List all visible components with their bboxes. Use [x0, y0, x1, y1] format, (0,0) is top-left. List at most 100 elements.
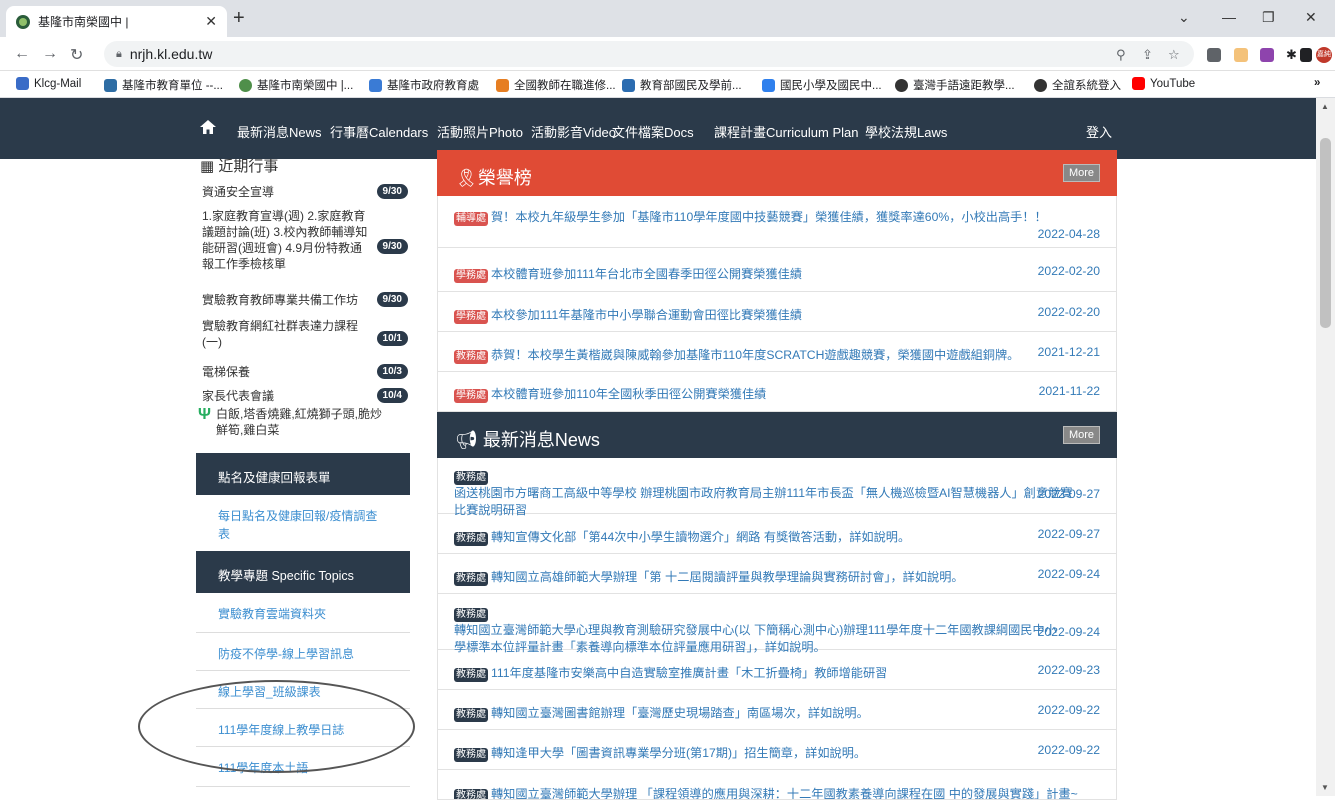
- bookmark-item[interactable]: 教育部國民及學前...: [622, 77, 742, 93]
- megaphone-icon: 📢︎: [455, 430, 478, 450]
- youtube-icon: [1132, 77, 1145, 90]
- nav-calendars[interactable]: 行事曆Calendars: [330, 122, 428, 141]
- nav-curriculum[interactable]: 課程計畫Curriculum Plan: [714, 122, 858, 141]
- bookmark-item[interactable]: 基隆市教育單位 --...: [104, 77, 223, 93]
- login-link[interactable]: 登入: [1086, 122, 1112, 141]
- browser-tab[interactable]: 基隆市南榮國中 | ✕: [6, 6, 227, 37]
- honor-header: 🎗︎榮譽榜 More: [437, 150, 1117, 196]
- dept-tag: 教務處: [454, 471, 488, 485]
- honor-item[interactable]: 學務處 本校體育班參加110年全國秋季田徑公開賽榮獲佳績 2021-11-22: [437, 372, 1117, 412]
- bookmark-item[interactable]: 臺灣手語遠距教學...: [895, 77, 1015, 93]
- honor-item[interactable]: 教務處 恭賀！本校學生黃楷崴與陳威翰參加基隆市110年度SCRATCH遊戲趣競賽，…: [437, 332, 1117, 372]
- nav-docs[interactable]: 文件檔案Docs: [612, 122, 694, 141]
- lunch-menu: Ψ 白飯,塔香燒雞,紅燒獅子頭,脆炒鮮筍,雞白菜: [198, 406, 383, 438]
- reload-icon[interactable]: ↻: [70, 45, 83, 65]
- honor-more-button[interactable]: More: [1062, 164, 1100, 182]
- bookmark-item[interactable]: 全國教師在職進修...: [496, 77, 616, 93]
- honor-item[interactable]: 學務處 本校體育班參加111年台北市全國春季田徑公開賽榮獲佳績 2022-02-20: [437, 248, 1117, 292]
- nav-laws[interactable]: 學校法規Laws: [865, 122, 947, 141]
- profile-avatar[interactable]: 嘉純: [1316, 47, 1332, 63]
- bookmark-item[interactable]: YouTube: [1132, 77, 1195, 90]
- honor-item[interactable]: 輔導處 賀！本校九年級學生參加「基隆市110學年度國中技藝競賽」榮獲佳績，獲獎率達…: [437, 196, 1117, 248]
- browser-toolbar: ← → ↻ 🔒︎ nrjh.kl.edu.tw ⚲ ⇪ ☆ ✱ 嘉純: [0, 37, 1335, 71]
- scroll-down-icon[interactable]: ▼: [1321, 783, 1329, 792]
- news-more-button[interactable]: More: [1062, 426, 1100, 444]
- news-item[interactable]: 教務處轉知國立臺灣師範大學心理與教育測驗研究發展中心(以 下簡稱心測中心)辦理1…: [437, 594, 1117, 654]
- back-icon[interactable]: ←: [14, 45, 30, 63]
- news-title: 最新消息News: [482, 430, 600, 450]
- annotation-ellipse: [138, 680, 415, 773]
- forward-icon[interactable]: →: [42, 45, 58, 63]
- health-report-link[interactable]: 每日點名及健康回報/疫情調查表: [196, 495, 410, 553]
- scrollbar-thumb[interactable]: [1320, 138, 1331, 328]
- dept-tag: 教務處: [454, 748, 488, 762]
- zoom-icon[interactable]: ⚲: [1116, 47, 1126, 63]
- bookmark-item[interactable]: 基隆市政府教育處: [369, 77, 479, 93]
- date-badge: 10/1: [376, 331, 408, 346]
- ministry-icon: [622, 78, 635, 92]
- date-badge: 9/30: [376, 292, 408, 307]
- address-bar[interactable]: 🔒︎ nrjh.kl.edu.tw: [104, 41, 1194, 67]
- bookmark-item[interactable]: 國民小學及國民中...: [762, 77, 882, 93]
- globe-icon: [1034, 78, 1047, 92]
- news-item[interactable]: 教務處 轉知國立臺灣圖書館辦理「臺灣歷史現場踏查」南區場次，詳如說明。 2022-0…: [437, 690, 1117, 730]
- dept-tag: 學務處: [454, 269, 488, 283]
- home-icon[interactable]: [200, 120, 216, 134]
- education-icon: [104, 78, 117, 92]
- calendar-event[interactable]: 家長代表會議 10/4: [202, 388, 410, 404]
- more-bookmarks-icon[interactable]: »: [1314, 77, 1320, 89]
- news-item[interactable]: 教務處 111年度基隆市安樂高中自造實驗室推廣計畫「木工折疊椅」教師增能研習 202…: [437, 650, 1117, 690]
- honor-title: 榮譽榜: [477, 168, 532, 188]
- mail-icon: [16, 77, 29, 90]
- nav-video[interactable]: 活動影音Video: [531, 122, 616, 141]
- dept-tag: 學務處: [454, 310, 488, 324]
- close-window-icon[interactable]: ✕: [1305, 9, 1317, 26]
- news-item[interactable]: 教務處 轉知宣傳文化部「第44次中小學生讀物選介」網路 有獎徵答活動，詳如說明。 2…: [437, 514, 1117, 554]
- bookmark-item[interactable]: Klcg-Mail: [16, 77, 81, 90]
- dept-tag: 教務處: [454, 532, 488, 546]
- side-panel-icon[interactable]: [1300, 48, 1312, 62]
- dept-tag: 教務處: [454, 350, 488, 364]
- calendar-event[interactable]: 電梯保養 10/3: [202, 364, 410, 380]
- extensions-puzzle-icon[interactable]: ✱: [1286, 47, 1297, 63]
- extension-purple-icon[interactable]: [1260, 48, 1274, 62]
- close-tab-icon[interactable]: ✕: [205, 13, 217, 30]
- calendar-event[interactable]: 1.家庭教育宣導(週) 2.家庭教育議題討論(班) 3.校內教師輔導知能研習(週…: [202, 208, 410, 272]
- bookmark-star-icon[interactable]: ☆: [1168, 47, 1180, 63]
- share-icon[interactable]: ⇪: [1142, 47, 1153, 63]
- bookmark-item[interactable]: 全誼系統登入: [1034, 77, 1121, 93]
- minimize-icon[interactable]: —: [1222, 9, 1236, 25]
- news-item[interactable]: 教務處 轉知逢甲大學「圖書資訊專業學分班(第17期)」招生簡章，詳如說明。 2022…: [437, 730, 1117, 770]
- extension-k-icon[interactable]: [1207, 48, 1221, 62]
- calendar-event[interactable]: 實驗教育網紅社群表達力課程(一) 10/1: [202, 318, 410, 350]
- honor-item[interactable]: 學務處 本校參加111年基隆市中小學聯合運動會田徑比賽榮獲佳績 2022-02-20: [437, 292, 1117, 332]
- tab-search-icon[interactable]: ⌄: [1178, 9, 1190, 26]
- browser-tab-strip: 基隆市南榮國中 | ✕ + ⌄ — ❐ ✕: [0, 0, 1335, 37]
- topics-heading: 教學專題 Specific Topics: [196, 551, 410, 593]
- url-text: nrjh.kl.edu.tw: [129, 46, 213, 62]
- nav-news[interactable]: 最新消息News: [237, 122, 322, 141]
- dept-tag: 教務處: [454, 708, 488, 722]
- new-tab-icon[interactable]: +: [233, 8, 245, 28]
- calendar-event[interactable]: 實驗教育教師專業共備工作坊 9/30: [202, 292, 410, 308]
- government-icon: [369, 78, 382, 92]
- date-badge: 9/30: [376, 239, 408, 254]
- topic-link[interactable]: 實驗教育雲端資料夾: [196, 593, 410, 633]
- dept-tag: 教務處: [454, 789, 488, 799]
- news-item[interactable]: 教務處 轉知國立高雄師範大學辦理「第 十二屆閱讀評量與教學理論與實務研討會」，詳如…: [437, 554, 1117, 594]
- restore-icon[interactable]: ❐: [1262, 9, 1275, 26]
- bookmarks-bar: Klcg-Mail 基隆市教育單位 --... 基隆市南榮國中 |... 基隆市…: [0, 71, 1335, 98]
- dept-tag: 學務處: [454, 389, 488, 403]
- lock-icon: 🔒︎: [116, 47, 122, 60]
- page-scrollbar[interactable]: ▲ ▼: [1316, 98, 1335, 796]
- bookmark-item[interactable]: 基隆市南榮國中 |...: [239, 77, 353, 93]
- news-item[interactable]: 教務處函送桃園市方曙商工高級中等學校 辦理桃園市政府教育局主辦111年市長盃「無…: [437, 458, 1117, 517]
- calendar-event[interactable]: 資通安全宣導 9/30: [202, 184, 410, 200]
- scroll-up-icon[interactable]: ▲: [1321, 102, 1329, 111]
- topic-link[interactable]: 防疫不停學-線上學習訊息: [196, 633, 410, 671]
- extension-orange-icon[interactable]: [1234, 48, 1248, 62]
- calendar-heading: ▦ 近期行事: [200, 159, 279, 175]
- nav-photo[interactable]: 活動照片Photo: [437, 122, 523, 141]
- site-favicon-icon: [16, 14, 30, 29]
- date-badge: 10/3: [376, 364, 408, 379]
